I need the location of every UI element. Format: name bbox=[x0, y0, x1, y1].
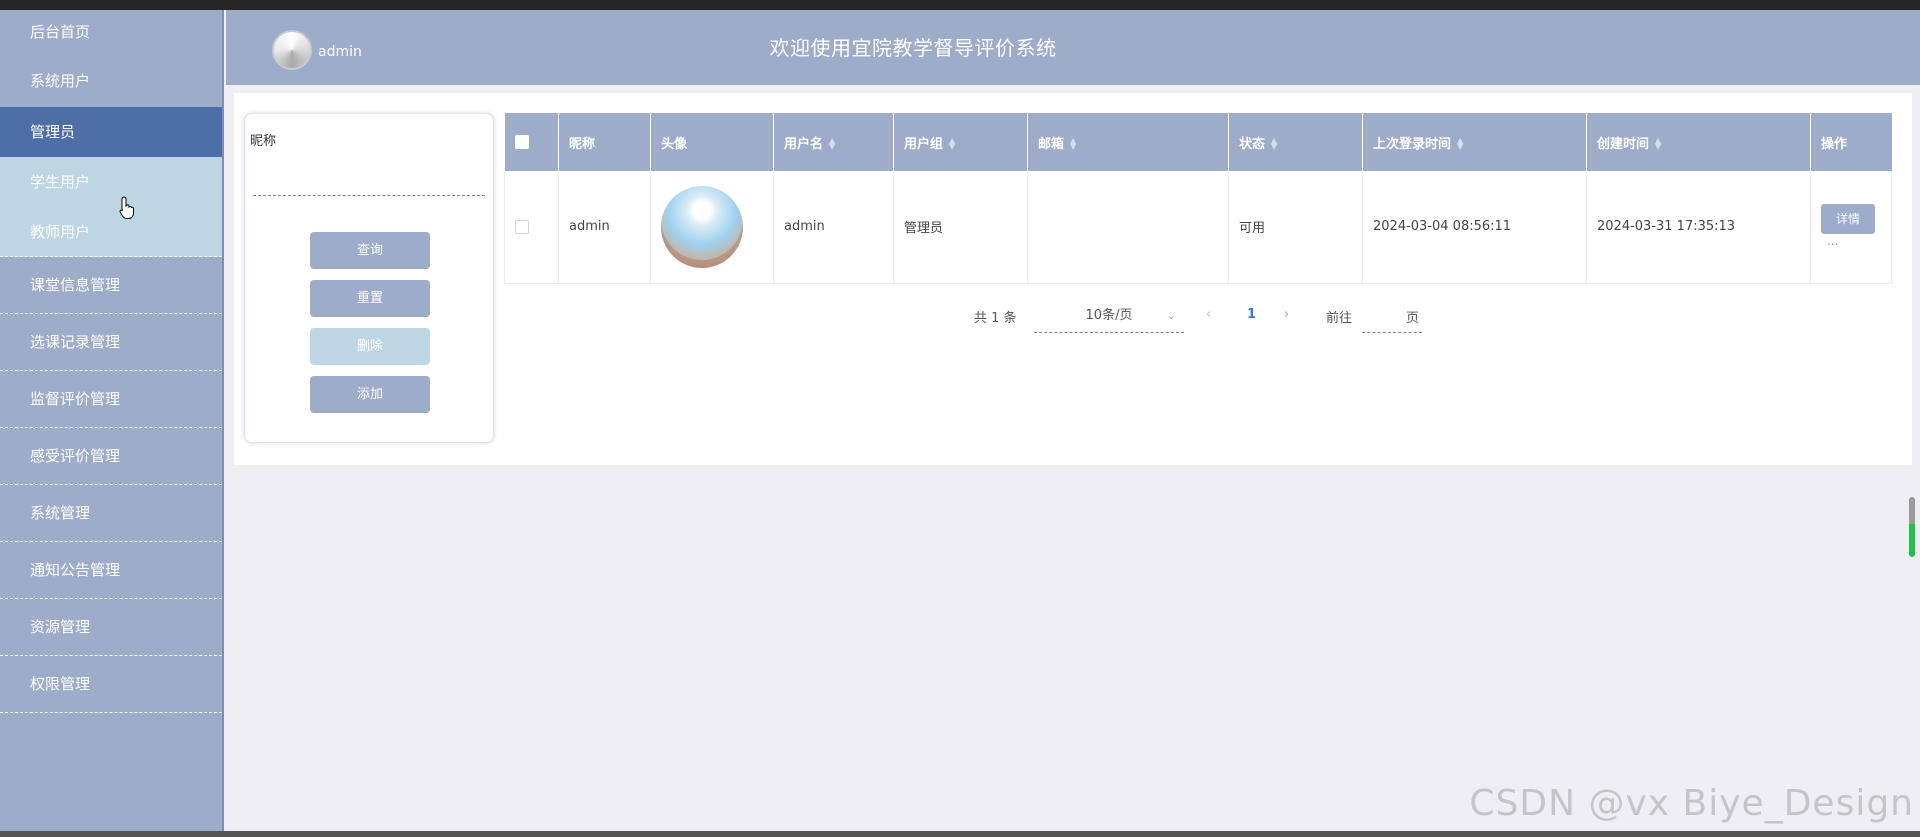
col-group[interactable]: 用户组 ▲ ▼ bbox=[893, 113, 1028, 171]
sidebar-item-class-info[interactable]: 课堂信息管理 bbox=[0, 257, 222, 314]
select-all-cell bbox=[504, 113, 559, 171]
col-username[interactable]: 用户名 ▲ ▼ bbox=[773, 113, 894, 171]
pagination-total: 共 1 条 bbox=[974, 311, 1017, 326]
col-last-login[interactable]: 上次登录时间 ▲ ▼ bbox=[1362, 113, 1587, 171]
hand-pointer-icon bbox=[119, 196, 134, 219]
add-button[interactable]: 添加 bbox=[310, 376, 430, 413]
cell-username: admin bbox=[773, 171, 894, 283]
sidebar-item-feeling-eval[interactable]: 感受评价管理 bbox=[0, 428, 222, 485]
page-suffix-label: 页 bbox=[1406, 311, 1420, 326]
cell-actions: 详情... bbox=[1810, 171, 1892, 283]
sidebar-item-permissions[interactable]: 权限管理 bbox=[0, 656, 222, 713]
col-created[interactable]: 创建时间 ▲ ▼ bbox=[1586, 113, 1811, 171]
table-header-row: 昵称 头像 用户名 ▲ ▼ 用户组 ▲ ▼ 邮箱 ▲ ▼ 状态 ▲ ▼ 上次登录时间 ▲ ▼ 创建时… bbox=[504, 113, 1892, 171]
scroll-indicator[interactable] bbox=[1909, 497, 1915, 557]
cell-last-login: 2024-03-04 08:56:11 bbox=[1362, 171, 1587, 283]
chevron-left-icon[interactable]: ‹ bbox=[1206, 307, 1211, 322]
col-avatar: 头像 bbox=[650, 113, 774, 171]
nickname-search-input[interactable] bbox=[253, 164, 485, 196]
search-card: 昵称 查询 重置 删除 添加 bbox=[244, 113, 494, 443]
sidebar-item-system-users[interactable]: 系统用户 bbox=[0, 55, 222, 107]
select-all-checkbox[interactable] bbox=[514, 135, 529, 149]
query-button[interactable]: 查询 bbox=[310, 232, 430, 269]
main-panel: 昵称 查询 重置 删除 添加 昵称 头像 用户名 ▲ ▼ 用户组 ▲ ▼ 邮箱 ▲ ▼ 状态… bbox=[234, 93, 1912, 465]
sort-icon[interactable]: ▲ ▼ bbox=[1271, 137, 1277, 151]
sidebar: 后台首页 系统用户 管理员 学生用户 教师用户 课堂信息管理 选课记录管理 监督… bbox=[0, 10, 224, 831]
watermark-text: CSDN @vx Biye_Design bbox=[1469, 783, 1914, 824]
window-bottom-strip bbox=[0, 831, 1920, 837]
page-number-current[interactable]: 1 bbox=[1247, 307, 1256, 322]
page-size-value: 10条/页 bbox=[1085, 308, 1133, 323]
sidebar-item-course-selection[interactable]: 选课记录管理 bbox=[0, 314, 222, 371]
top-header: admin 欢迎使用宜院教学督导评价系统 bbox=[226, 10, 1920, 85]
goto-label: 前往 bbox=[1326, 311, 1353, 326]
user-avatar-image bbox=[661, 185, 743, 268]
page-title: 欢迎使用宜院教学督导评价系统 bbox=[769, 36, 1057, 60]
sort-icon[interactable]: ▲ ▼ bbox=[1457, 137, 1463, 151]
sort-icon[interactable]: ▲ ▼ bbox=[829, 137, 835, 151]
cell-status: 可用 bbox=[1228, 171, 1363, 283]
sort-icon[interactable]: ▲ ▼ bbox=[949, 137, 955, 151]
sidebar-item-resources[interactable]: 资源管理 bbox=[0, 599, 222, 656]
admin-table: 昵称 头像 用户名 ▲ ▼ 用户组 ▲ ▼ 邮箱 ▲ ▼ 状态 ▲ ▼ 上次登录时间 ▲ ▼ 创建时… bbox=[504, 113, 1892, 333]
reset-button[interactable]: 重置 bbox=[310, 280, 430, 317]
sidebar-item-notices[interactable]: 通知公告管理 bbox=[0, 542, 222, 599]
sort-icon[interactable]: ▲ ▼ bbox=[1655, 137, 1661, 151]
col-status[interactable]: 状态 ▲ ▼ bbox=[1228, 113, 1363, 171]
chevron-down-icon: ⌄ bbox=[1166, 309, 1176, 322]
row-select-cell bbox=[504, 171, 559, 283]
more-actions[interactable]: ... bbox=[1827, 234, 1838, 248]
sidebar-item-teacher-users[interactable]: 教师用户 bbox=[0, 207, 222, 257]
cell-avatar bbox=[650, 171, 774, 283]
chevron-right-icon[interactable]: › bbox=[1284, 307, 1289, 322]
sidebar-item-admins[interactable]: 管理员 bbox=[0, 107, 222, 157]
cell-group: 管理员 bbox=[893, 171, 1028, 283]
table-row[interactable]: admin admin 管理员 可用 2024-03-04 08:56:11 2… bbox=[504, 171, 1892, 283]
sidebar-item-system-management[interactable]: 系统管理 bbox=[0, 485, 222, 542]
page-size-select[interactable]: 10条/页 ⌄ bbox=[1034, 301, 1184, 333]
col-email[interactable]: 邮箱 ▲ ▼ bbox=[1027, 113, 1229, 171]
row-checkbox[interactable] bbox=[515, 219, 529, 234]
pagination: 共 1 条 10条/页 ⌄ ‹ 1 › 前往 页 bbox=[504, 301, 1892, 333]
sidebar-item-student-users[interactable]: 学生用户 bbox=[0, 157, 222, 207]
col-actions: 操作 bbox=[1821, 136, 1848, 152]
cell-created: 2024-03-31 17:35:13 bbox=[1586, 171, 1811, 283]
cell-email bbox=[1027, 171, 1229, 283]
detail-button[interactable]: 详情 bbox=[1821, 204, 1875, 235]
nickname-label: 昵称 bbox=[250, 134, 277, 149]
sort-icon[interactable]: ▲ ▼ bbox=[1070, 137, 1076, 151]
window-top-strip bbox=[0, 0, 1920, 10]
sidebar-item-supervision-eval[interactable]: 监督评价管理 bbox=[0, 371, 222, 428]
col-nickname: 昵称 bbox=[558, 113, 651, 171]
delete-button[interactable]: 删除 bbox=[310, 328, 430, 365]
cell-nickname: admin bbox=[558, 171, 651, 283]
